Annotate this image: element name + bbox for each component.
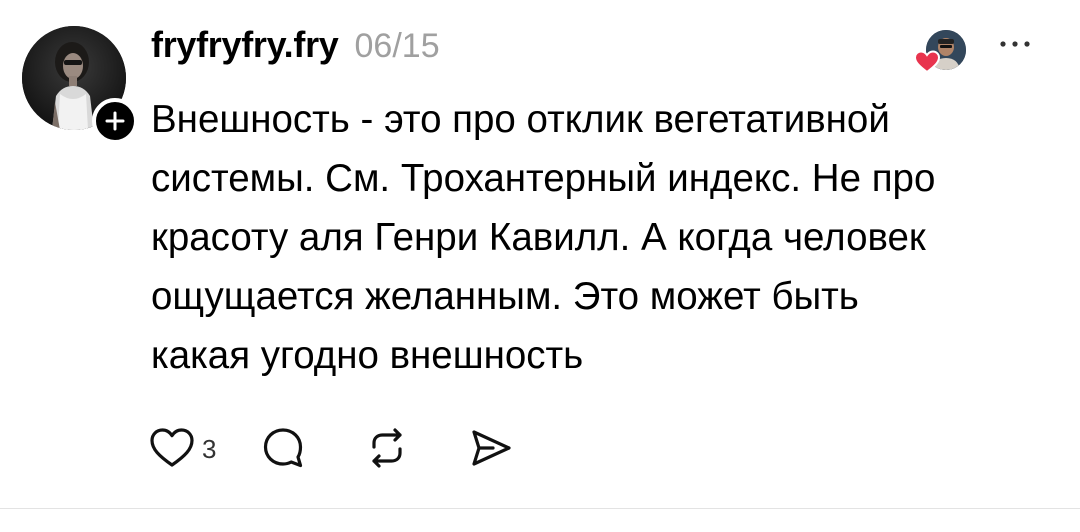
post-divider xyxy=(0,508,1080,509)
comment-icon xyxy=(263,428,303,468)
ellipsis-icon xyxy=(1000,41,1030,47)
more-options-button[interactable] xyxy=(994,34,1036,54)
send-icon xyxy=(472,430,511,466)
plus-icon xyxy=(105,111,125,131)
liked-by-indicator[interactable] xyxy=(914,26,968,74)
like-button[interactable]: 3 xyxy=(148,424,260,472)
reply-button[interactable] xyxy=(260,424,364,472)
heart-outline-icon xyxy=(150,428,194,467)
post-actions: 3 xyxy=(148,424,528,472)
author-avatar-group xyxy=(22,26,138,144)
post-text: Внешность - это про отклик вегетативной … xyxy=(151,98,936,377)
thread-post: fryfryfry.fry 06/15 Внешность - это про … xyxy=(0,0,1080,509)
share-button[interactable] xyxy=(468,424,528,472)
post-timestamp: 06/15 xyxy=(354,27,440,65)
repost-icon xyxy=(372,428,402,468)
follow-button[interactable] xyxy=(92,98,138,144)
heart-icon xyxy=(914,50,940,74)
repost-button[interactable] xyxy=(364,424,468,472)
like-count: 3 xyxy=(202,433,217,464)
author-username[interactable]: fryfryfry.fry xyxy=(151,24,339,66)
post-header: fryfryfry.fry 06/15 xyxy=(151,24,440,72)
